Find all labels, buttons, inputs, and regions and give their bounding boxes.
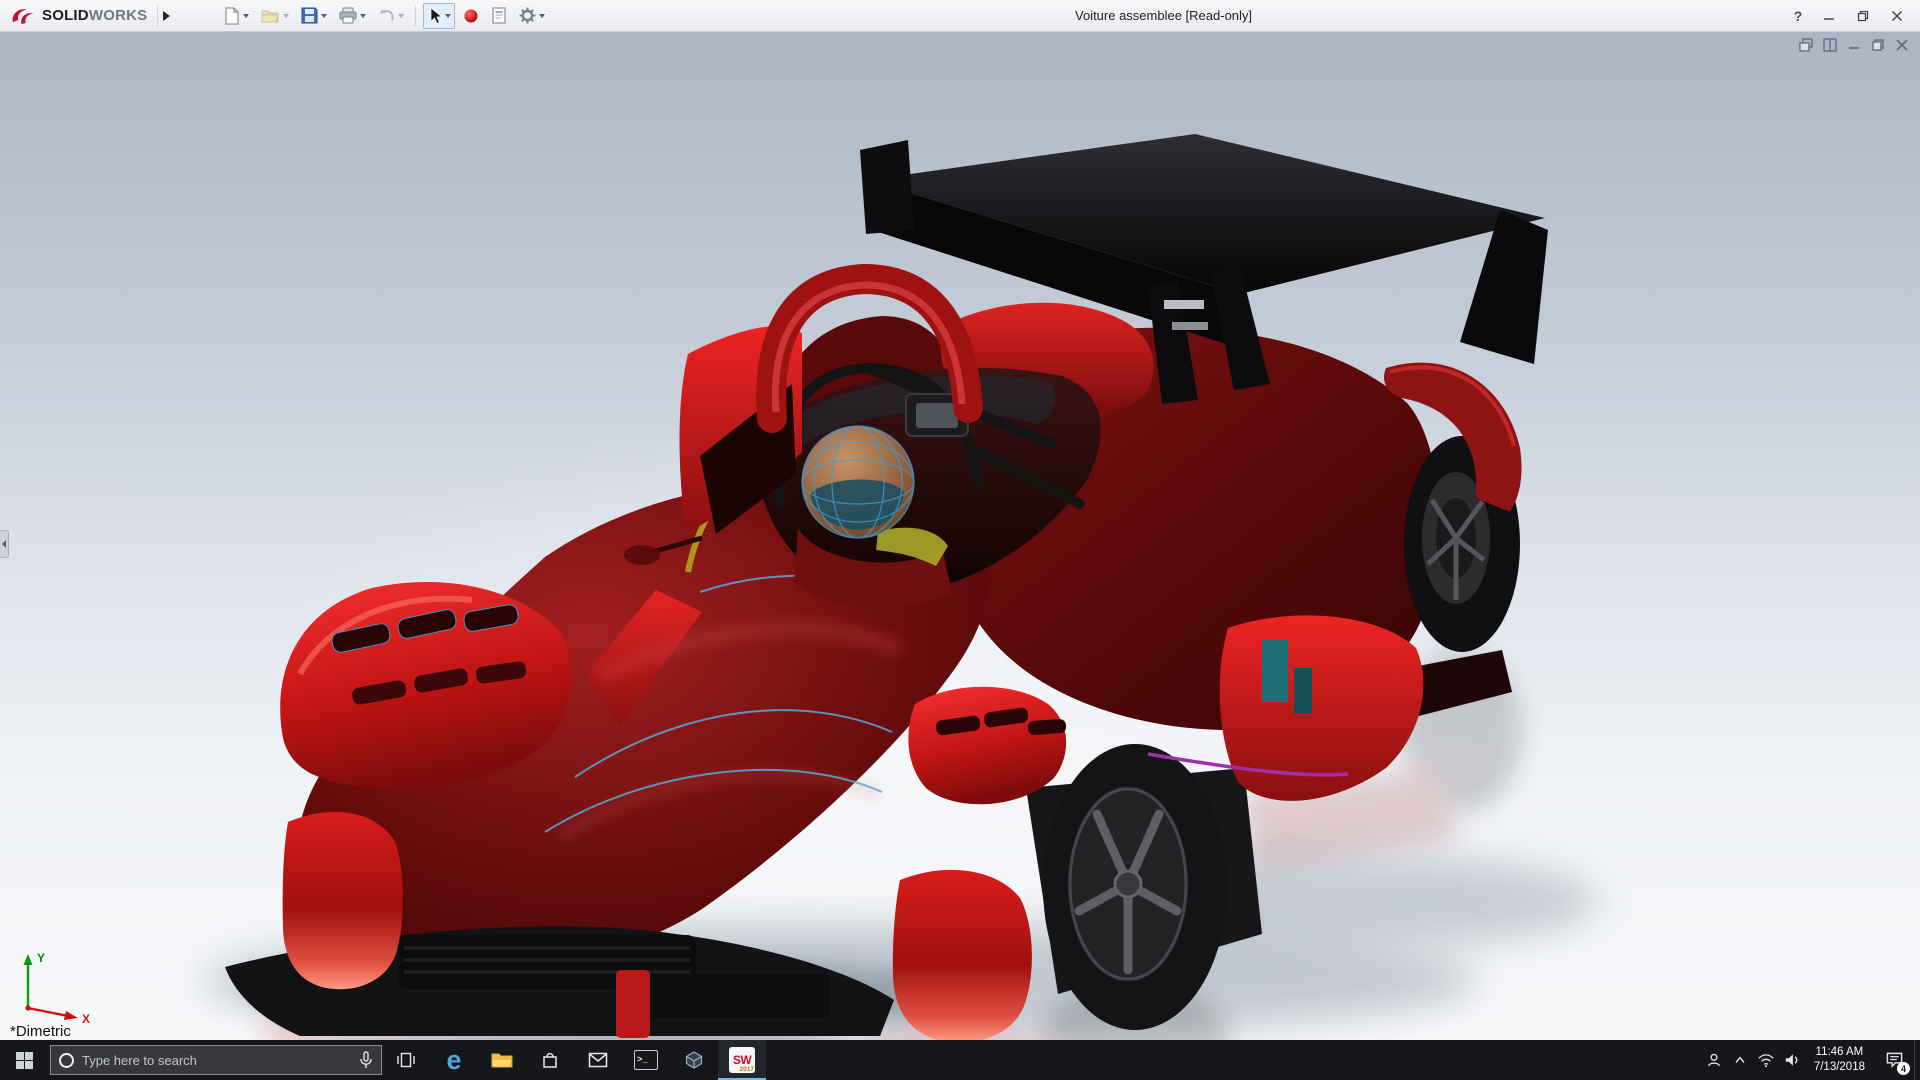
command-prompt-button[interactable]: >_ [622, 1040, 670, 1080]
print-button[interactable] [335, 3, 370, 29]
save-button[interactable] [297, 3, 331, 29]
solidworks-logo-icon [10, 6, 38, 26]
close-pane-icon[interactable] [1894, 37, 1910, 53]
open-folder-icon [261, 8, 280, 24]
appearance-sphere-icon [463, 8, 479, 24]
cortana-icon [59, 1053, 74, 1068]
dropdown-caret-icon [398, 14, 404, 18]
dropdown-caret-icon [360, 14, 366, 18]
new-document-button[interactable] [219, 3, 253, 29]
network-button[interactable] [1753, 1040, 1779, 1080]
select-cursor-icon [427, 7, 442, 25]
volume-button[interactable] [1779, 1040, 1805, 1080]
solidworks-logo: SOLIDWORKS [0, 6, 147, 26]
viewport-pane-controls [1798, 37, 1910, 53]
file-explorer-button[interactable] [478, 1040, 526, 1080]
triad-x-label: X [82, 1012, 90, 1024]
windows-logo-icon [16, 1052, 33, 1069]
dropdown-caret-icon [321, 14, 327, 18]
edge-icon: e [446, 1047, 461, 1074]
expand-arrow-icon [163, 11, 170, 21]
show-desktop-button[interactable] [1914, 1040, 1920, 1080]
select-tool-button[interactable] [423, 3, 455, 29]
taskbar-clock[interactable]: 11:46 AM 7/13/2018 [1805, 1045, 1874, 1075]
front-right-fender [908, 687, 1066, 804]
side-mirror [624, 545, 660, 565]
taskbar-search[interactable] [50, 1045, 382, 1075]
solidworks-window: SOLIDWORKS [0, 0, 1920, 1080]
edrawings-button[interactable] [670, 1040, 718, 1080]
store-bag-icon [540, 1050, 560, 1070]
people-icon [1705, 1051, 1723, 1069]
wifi-icon [1757, 1052, 1775, 1068]
clock-time: 11:46 AM [1816, 1045, 1864, 1060]
task-view-button[interactable] [382, 1040, 430, 1080]
toolbar-separator [415, 6, 416, 26]
minimize-button[interactable] [1812, 0, 1846, 32]
options-button[interactable] [515, 3, 549, 29]
edge-browser-button[interactable]: e [430, 1040, 478, 1080]
tile-windows-icon[interactable] [1822, 37, 1838, 53]
dropdown-caret-icon [539, 14, 545, 18]
restore-pane-icon[interactable] [1870, 37, 1886, 53]
search-input[interactable] [82, 1053, 359, 1068]
quick-access-toolbar [217, 3, 551, 29]
feature-tree-collapse-tab[interactable] [0, 530, 9, 558]
undo-icon [378, 8, 395, 24]
brand-name: SOLIDWORKS [42, 7, 147, 24]
speaker-icon [1783, 1052, 1801, 1068]
undo-button[interactable] [374, 3, 408, 29]
close-icon [1891, 10, 1903, 22]
store-button[interactable] [526, 1040, 574, 1080]
notification-badge: 4 [1897, 1062, 1910, 1075]
clock-date: 7/13/2018 [1814, 1060, 1865, 1075]
gear-icon [519, 7, 536, 24]
view-orientation-label: *Dimetric [10, 1023, 71, 1040]
task-view-icon [396, 1050, 416, 1070]
window-title: Voiture assemblee [Read-only] [1075, 8, 1252, 23]
dropdown-caret-icon [283, 14, 289, 18]
collapse-arrow-icon [2, 540, 6, 548]
window-controls: ? [1784, 0, 1914, 32]
restore-icon [1857, 10, 1869, 22]
chevron-up-icon [1732, 1052, 1748, 1068]
mail-button[interactable] [574, 1040, 622, 1080]
mail-icon [588, 1052, 608, 1068]
3d-scene-canvas[interactable] [0, 32, 1920, 1040]
action-center-button[interactable]: 4 [1874, 1040, 1914, 1080]
graphics-viewport[interactable]: Y X *Dimetric [0, 32, 1920, 1040]
minimize-icon [1823, 10, 1835, 22]
microphone-icon[interactable] [359, 1051, 373, 1069]
triad-y-label: Y [37, 951, 45, 965]
cube-viewer-icon [684, 1050, 704, 1070]
sheet-icon [491, 7, 507, 24]
tray-overflow-button[interactable] [1727, 1040, 1753, 1080]
open-document-button[interactable] [257, 3, 293, 29]
drawing-sheet-button[interactable] [487, 3, 511, 29]
system-tray: 11:46 AM 7/13/2018 4 [1701, 1040, 1920, 1080]
dropdown-caret-icon [243, 14, 249, 18]
titlebar: SOLIDWORKS [0, 0, 1920, 32]
command-prompt-icon: >_ [634, 1050, 658, 1070]
new-document-icon [223, 7, 240, 25]
print-icon [339, 7, 357, 24]
file-explorer-icon [491, 1051, 513, 1069]
start-button[interactable] [0, 1040, 48, 1080]
minimize-pane-icon[interactable] [1846, 37, 1862, 53]
dropdown-caret-icon [445, 14, 451, 18]
cascade-windows-icon[interactable] [1798, 37, 1814, 53]
restore-button[interactable] [1846, 0, 1880, 32]
help-button[interactable]: ? [1784, 0, 1812, 32]
appearance-button[interactable] [459, 3, 483, 29]
menu-expand-button[interactable] [157, 5, 175, 27]
save-icon [301, 7, 318, 24]
orientation-triad: Y X [12, 946, 98, 1024]
solidworks-taskbar-button[interactable]: SW 2017 [718, 1040, 766, 1080]
close-button[interactable] [1880, 0, 1914, 32]
solidworks-app-icon: SW 2017 [729, 1047, 755, 1073]
taskbar: e >_ [0, 1040, 1920, 1080]
people-button[interactable] [1701, 1040, 1727, 1080]
front-wheel [1043, 744, 1227, 1030]
